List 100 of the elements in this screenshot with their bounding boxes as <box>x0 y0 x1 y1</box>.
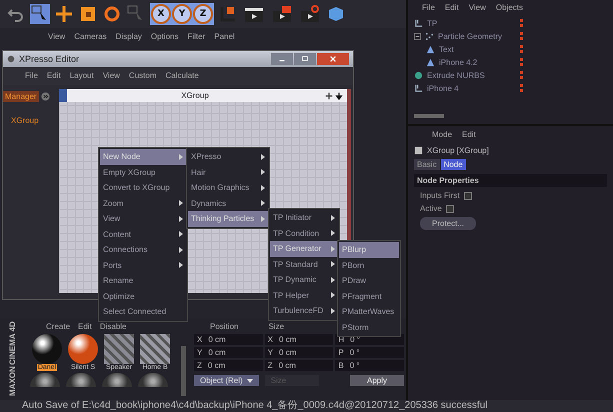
coordinate-mode-dropdown[interactable]: Object (Rel) <box>194 375 259 386</box>
scale-icon[interactable] <box>78 4 98 24</box>
axis-lock-button[interactable]: Z <box>193 4 213 24</box>
select-cursor-icon[interactable] <box>30 4 50 24</box>
menu-item[interactable]: Disable <box>100 322 126 334</box>
menu-item[interactable]: Content <box>100 226 186 242</box>
menu-item[interactable]: Ports <box>100 258 186 273</box>
menu-item[interactable]: XPresso <box>188 149 268 164</box>
material-sphere[interactable] <box>68 334 98 364</box>
menu-item[interactable]: Edit <box>444 3 459 17</box>
material-swatch[interactable] <box>104 334 134 364</box>
manager-tab[interactable]: Manager <box>3 91 39 102</box>
menu-item[interactable]: Edit <box>46 71 61 85</box>
object-name[interactable]: iPhone 4.2 <box>439 58 478 67</box>
menu-item[interactable]: Connections <box>100 242 186 258</box>
menu-item[interactable]: TP Condition <box>270 226 338 241</box>
menu-item[interactable]: PStorm <box>339 320 399 335</box>
tree-item[interactable]: XGroup <box>3 116 55 125</box>
axis-lock-button[interactable]: X <box>151 4 171 24</box>
menu-item[interactable]: Convert to XGroup <box>100 180 186 196</box>
tab[interactable]: Node <box>440 159 466 170</box>
menu-item[interactable]: Zoom <box>100 196 186 211</box>
object-name[interactable]: Particle Geometry <box>438 32 502 41</box>
menu-item[interactable]: TP Generator <box>270 241 338 256</box>
caret-icon <box>246 378 253 382</box>
menu-item[interactable]: PDraw <box>339 273 399 288</box>
viewport-menu-item[interactable]: Cameras <box>74 32 107 46</box>
protect-button[interactable]: Protect... <box>420 217 476 230</box>
menu-item[interactable]: File <box>25 71 38 85</box>
object-name[interactable]: iPhone 4 <box>427 84 459 93</box>
position-field[interactable]: X 0 cm <box>194 334 263 345</box>
menu-item[interactable]: Optimize <box>100 288 186 304</box>
menu-item[interactable]: TP Helper <box>270 288 338 303</box>
apply-button[interactable]: Apply <box>350 375 404 386</box>
render-region-icon[interactable] <box>270 4 294 24</box>
pan-icon[interactable] <box>325 92 333 100</box>
menu-item[interactable]: View <box>100 211 186 226</box>
menu-item[interactable]: View <box>468 3 486 17</box>
maximize-button[interactable] <box>294 53 316 65</box>
menu-item[interactable]: TurbulenceFD <box>270 303 338 318</box>
move-icon[interactable] <box>54 4 74 24</box>
checkbox[interactable] <box>446 204 454 212</box>
menu-item[interactable]: Calculate <box>165 71 199 85</box>
expand-icon[interactable] <box>40 92 50 101</box>
rotate-icon[interactable] <box>102 4 122 24</box>
tab[interactable]: Basic <box>414 159 440 170</box>
menu-item[interactable]: Motion Graphics <box>188 180 268 196</box>
menu-item[interactable]: Custom <box>128 71 156 85</box>
object-name[interactable]: Text <box>439 45 454 54</box>
position-field[interactable]: Z 0 cm <box>194 360 263 371</box>
menu-item[interactable]: Rename <box>100 273 186 288</box>
menu-item[interactable]: Dynamics <box>188 196 268 211</box>
viewport-menu-item[interactable]: Filter <box>187 32 206 46</box>
viewport-menu-item[interactable]: Options <box>150 32 178 46</box>
size-field[interactable]: X 0 cm <box>264 334 334 345</box>
coordinate-system-icon[interactable] <box>218 4 238 24</box>
menu-item[interactable]: Thinking Particles <box>188 211 268 226</box>
viewport-menu-item[interactable]: Panel <box>214 32 235 46</box>
axis-lock-button[interactable]: Y <box>172 4 192 24</box>
collapse-icon[interactable] <box>414 33 421 40</box>
menu-item[interactable]: PMatterWaves <box>339 304 399 320</box>
menu-item[interactable]: Create <box>46 322 70 334</box>
menu-item[interactable]: TP Standard <box>270 256 338 272</box>
size-field[interactable]: Z 0 cm <box>264 360 334 371</box>
checkbox[interactable] <box>464 192 472 200</box>
render-settings-icon[interactable] <box>298 4 322 24</box>
material-sphere[interactable] <box>32 334 62 364</box>
close-button[interactable] <box>317 53 349 65</box>
menu-item[interactable]: Hair <box>188 164 268 180</box>
menu-item[interactable]: Mode <box>432 130 452 142</box>
cube-icon[interactable] <box>326 4 346 24</box>
menu-item[interactable]: Edit <box>78 322 92 334</box>
window-title: XPresso Editor <box>19 54 80 64</box>
object-name[interactable]: Extrude NURBS <box>427 71 485 80</box>
menu-item[interactable]: Layout <box>70 71 94 85</box>
menu-item[interactable]: View <box>102 71 120 85</box>
viewport-menu-item[interactable]: View <box>48 32 66 46</box>
menu-item[interactable]: File <box>422 3 435 17</box>
xgroup-title: XGroup <box>180 91 210 100</box>
position-field[interactable]: Y 0 cm <box>194 347 263 358</box>
scrollbar[interactable] <box>181 346 186 396</box>
menu-item[interactable]: PFragment <box>339 288 399 304</box>
menu-item[interactable]: PBorn <box>339 258 399 273</box>
material-swatch[interactable] <box>140 334 170 364</box>
size-field[interactable]: Y 0 cm <box>264 347 334 358</box>
section-header: Node Properties <box>414 174 607 187</box>
menu-item[interactable]: Empty XGroup <box>100 164 186 180</box>
viewport-menu-item[interactable]: Display <box>116 32 142 46</box>
menu-item[interactable]: TP Dynamic <box>270 272 338 288</box>
object-name[interactable]: TP <box>427 19 438 28</box>
menu-item[interactable]: New Node <box>100 149 186 164</box>
menu-item[interactable]: TP Initiator <box>270 210 338 226</box>
menu-item[interactable]: PBlurp <box>339 242 399 258</box>
rotation-field[interactable]: P 0 ° <box>335 347 404 358</box>
down-arrow-icon[interactable] <box>335 92 343 100</box>
menu-item[interactable]: Select Connected <box>100 304 186 320</box>
menu-item[interactable]: Objects <box>496 3 524 17</box>
rotation-field[interactable]: B 0 ° <box>335 360 404 371</box>
menu-item[interactable]: Edit <box>462 130 476 142</box>
scrollbar[interactable] <box>414 114 444 118</box>
